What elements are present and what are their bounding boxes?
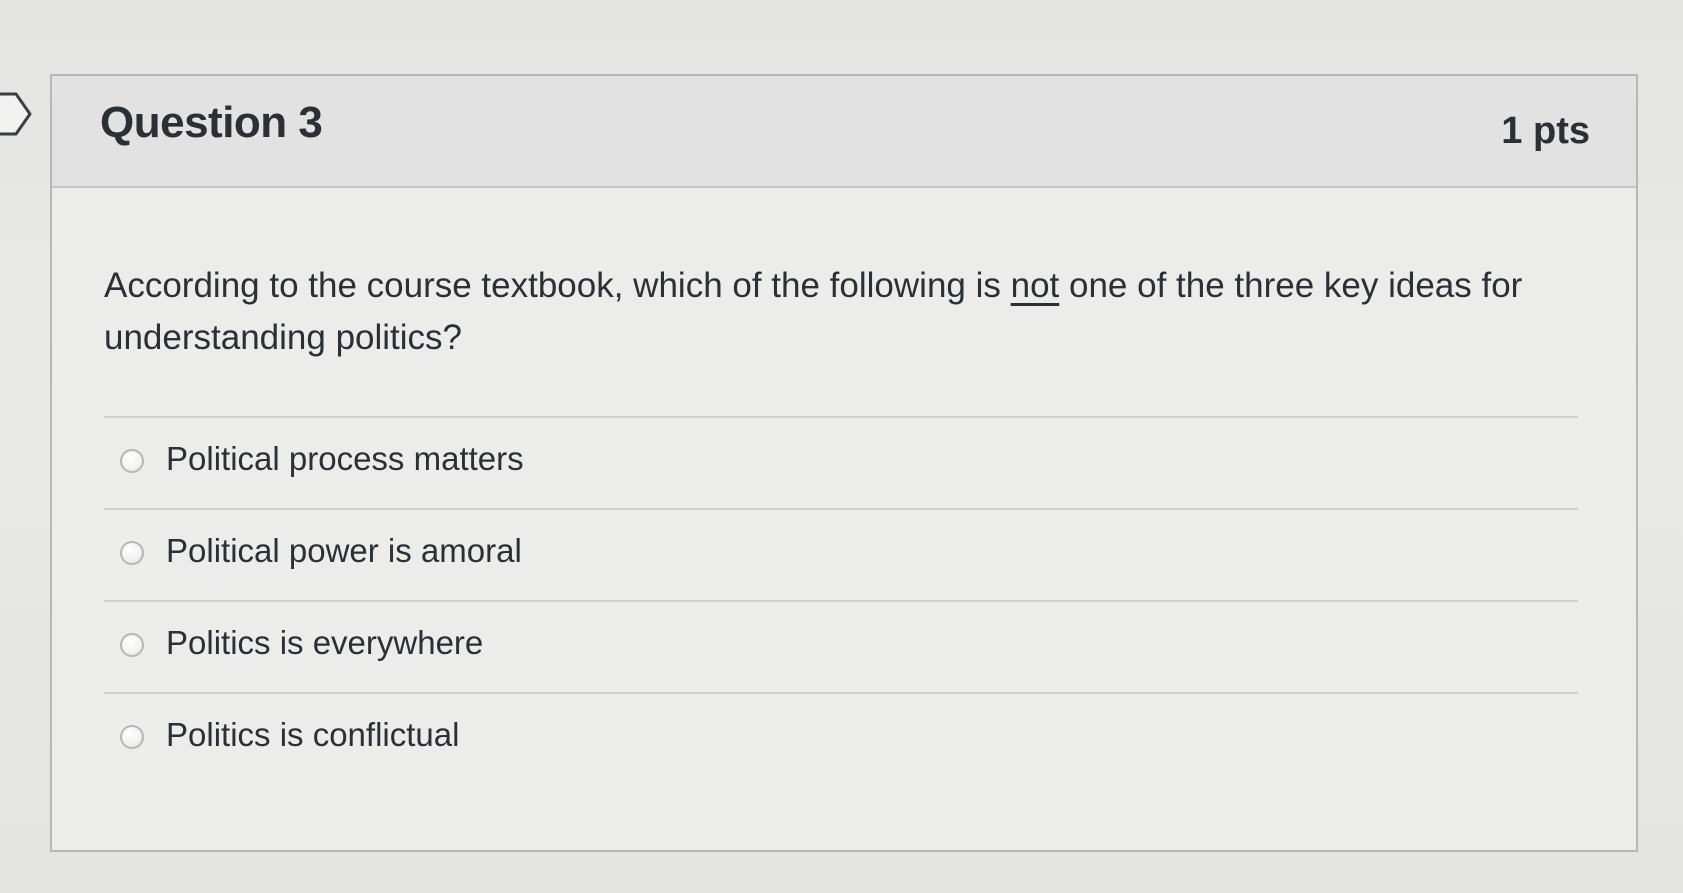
question-text-emphasis: not — [1010, 266, 1060, 305]
question-text-before: According to the course textbook, which … — [104, 266, 1011, 305]
question-text: According to the course textbook, which … — [104, 260, 1584, 364]
answer-option-1[interactable]: Political process matters — [104, 418, 1578, 508]
radio-button[interactable] — [120, 541, 144, 565]
answer-label: Political process matters — [166, 440, 524, 477]
answer-option-3[interactable]: Politics is everywhere — [104, 602, 1578, 692]
radio-button[interactable] — [120, 449, 144, 473]
question-header: Question 3 1 pts — [52, 76, 1636, 188]
question-card: Question 3 1 pts According to the course… — [50, 74, 1638, 852]
question-title: Question 3 — [100, 98, 323, 147]
answer-option-4[interactable]: Politics is conflictual — [104, 694, 1578, 784]
answer-option-2[interactable]: Political power is amoral — [104, 510, 1578, 600]
answer-label: Politics is conflictual — [166, 716, 460, 753]
question-points: 1 pts — [1501, 110, 1590, 152]
answer-label: Politics is everywhere — [166, 624, 484, 661]
answer-label: Political power is amoral — [166, 532, 522, 569]
question-flag-icon[interactable] — [0, 92, 36, 136]
answer-list: Political process matters Political powe… — [104, 416, 1578, 784]
screen: Question 3 1 pts According to the course… — [0, 0, 1683, 893]
radio-button[interactable] — [120, 633, 144, 657]
radio-button[interactable] — [120, 725, 144, 749]
